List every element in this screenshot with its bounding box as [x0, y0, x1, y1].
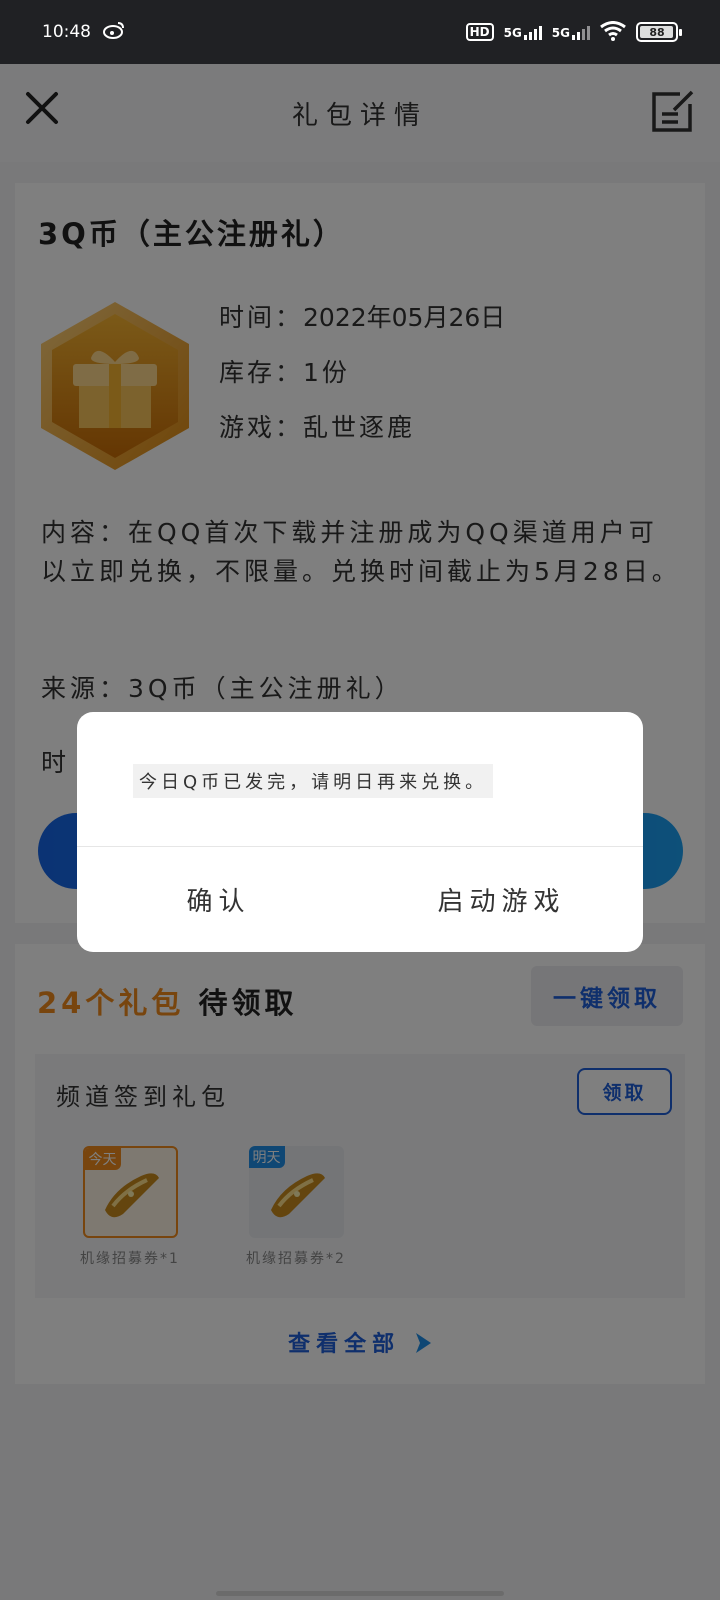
hd-indicator: HD — [465, 23, 494, 41]
battery-icon: 88 — [636, 22, 682, 42]
wifi-icon — [600, 20, 626, 44]
home-indicator[interactable] — [216, 1591, 504, 1596]
dialog-message: 今日Q币已发完，请明日再来兑换。 — [133, 764, 494, 798]
status-bar: 10:48 HD 5G 5G 88 — [0, 0, 720, 64]
weibo-icon — [103, 21, 125, 44]
confirm-button[interactable]: 确认 — [77, 847, 360, 952]
clock: 10:48 — [42, 22, 91, 42]
sim1-label: 5G — [503, 26, 522, 40]
sim2-label: 5G — [551, 26, 570, 40]
alert-dialog: 今日Q币已发完，请明日再来兑换。 确认 启动游戏 — [77, 712, 643, 952]
launch-game-button[interactable]: 启动游戏 — [360, 847, 643, 952]
battery-level: 88 — [649, 25, 665, 39]
signal-icon-1: 5G — [504, 24, 542, 40]
signal-icon-2: 5G — [552, 24, 590, 40]
